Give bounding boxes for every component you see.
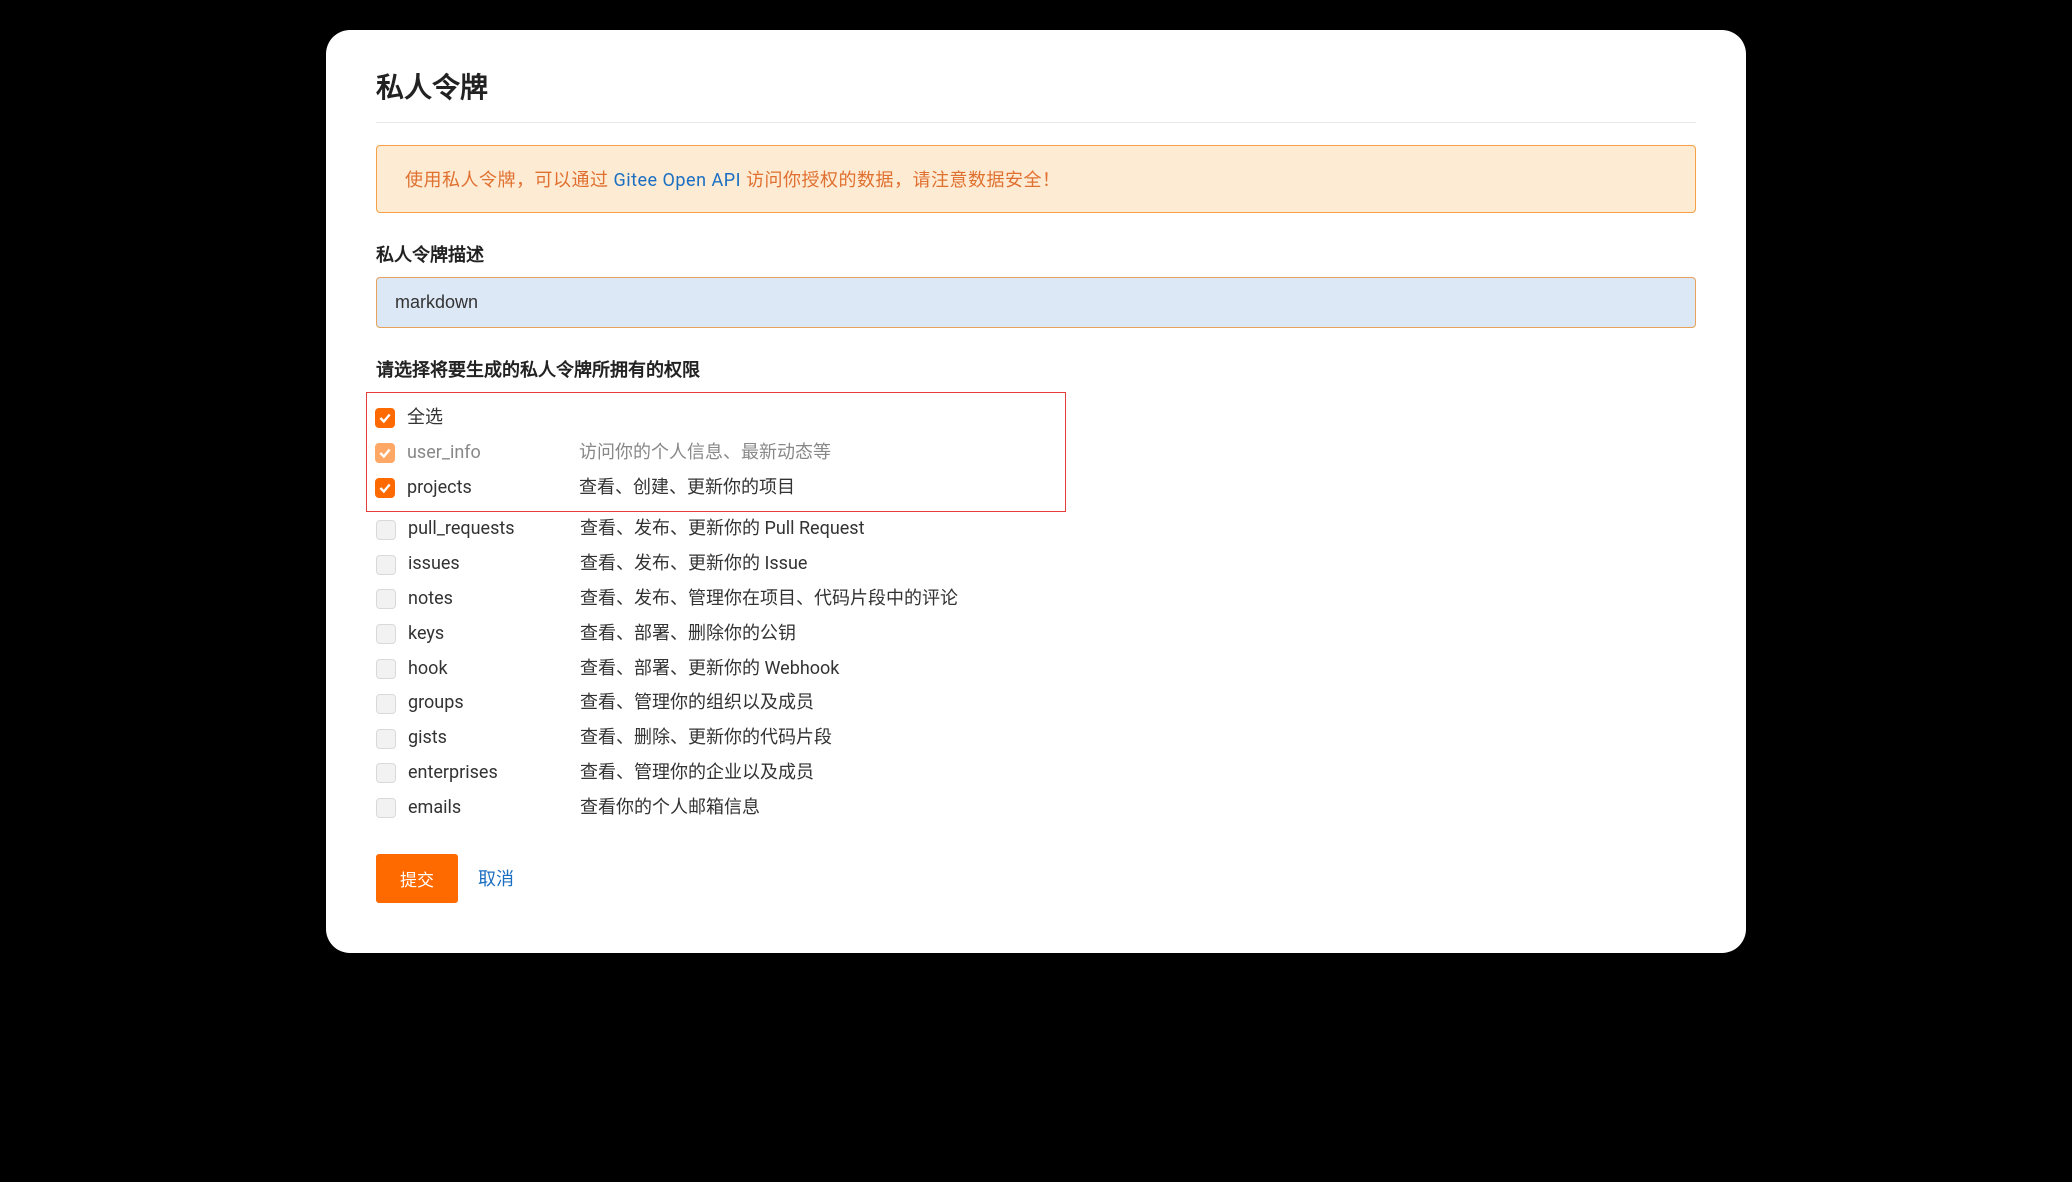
checkbox-enterprises[interactable] bbox=[376, 763, 396, 783]
perm-user-info-name: user_info bbox=[407, 439, 579, 468]
perm-row-groups: groups 查看、管理你的组织以及成员 bbox=[376, 686, 1696, 721]
perm-emails-desc: 查看你的个人邮箱信息 bbox=[580, 794, 760, 823]
page-title: 私人令牌 bbox=[376, 66, 1696, 123]
description-label: 私人令牌描述 bbox=[376, 241, 1696, 267]
perm-groups-desc: 查看、管理你的组织以及成员 bbox=[580, 689, 814, 718]
perm-issues-desc: 查看、发布、更新你的 Issue bbox=[580, 550, 807, 579]
checkbox-gists[interactable] bbox=[376, 729, 396, 749]
perm-hook-desc: 查看、部署、更新你的 Webhook bbox=[580, 655, 839, 684]
check-icon bbox=[378, 411, 392, 425]
security-notice: 使用私人令牌，可以通过 Gitee Open API 访问你授权的数据，请注意数… bbox=[376, 145, 1696, 213]
token-settings-card: 私人令牌 使用私人令牌，可以通过 Gitee Open API 访问你授权的数据… bbox=[326, 30, 1746, 953]
perm-enterprises-desc: 查看、管理你的企业以及成员 bbox=[580, 759, 814, 788]
permissions-label: 请选择将要生成的私人令牌所拥有的权限 bbox=[376, 356, 1696, 382]
checkbox-projects[interactable] bbox=[375, 478, 395, 498]
perm-projects-desc: 查看、创建、更新你的项目 bbox=[579, 474, 795, 503]
checkbox-pull-requests[interactable] bbox=[376, 520, 396, 540]
gitee-open-api-link[interactable]: Gitee Open API bbox=[613, 170, 741, 191]
perm-row-emails: emails 查看你的个人邮箱信息 bbox=[376, 791, 1696, 826]
perm-row-pull-requests: pull_requests 查看、发布、更新你的 Pull Request bbox=[376, 512, 1696, 547]
checkbox-select-all[interactable] bbox=[375, 408, 395, 428]
token-description-input[interactable] bbox=[376, 277, 1696, 328]
checkbox-issues[interactable] bbox=[376, 555, 396, 575]
perm-notes-desc: 查看、发布、管理你在项目、代码片段中的评论 bbox=[580, 585, 958, 614]
perm-row-enterprises: enterprises 查看、管理你的企业以及成员 bbox=[376, 756, 1696, 791]
checkbox-groups[interactable] bbox=[376, 694, 396, 714]
perm-row-hook: hook 查看、部署、更新你的 Webhook bbox=[376, 652, 1696, 687]
checkbox-user-info[interactable] bbox=[375, 443, 395, 463]
notice-text-post: 访问你授权的数据，请注意数据安全！ bbox=[741, 170, 1060, 191]
perm-projects-name: projects bbox=[407, 474, 579, 503]
perm-row-keys: keys 查看、部署、删除你的公钥 bbox=[376, 617, 1696, 652]
perm-pull-requests-desc: 查看、发布、更新你的 Pull Request bbox=[580, 515, 864, 544]
perm-issues-name: issues bbox=[408, 550, 580, 579]
perm-notes-name: notes bbox=[408, 585, 580, 614]
perm-gists-name: gists bbox=[408, 724, 580, 753]
checkbox-emails[interactable] bbox=[376, 798, 396, 818]
notice-text-pre: 使用私人令牌，可以通过 bbox=[405, 170, 613, 191]
checkbox-notes[interactable] bbox=[376, 589, 396, 609]
permissions-list: 全选 user_info 访问你的个人信息、最新动态等 projects 查看、… bbox=[376, 392, 1696, 826]
perm-emails-name: emails bbox=[408, 794, 580, 823]
perm-row-select-all: 全选 bbox=[375, 401, 1057, 436]
checkbox-keys[interactable] bbox=[376, 624, 396, 644]
perm-row-gists: gists 查看、删除、更新你的代码片段 bbox=[376, 721, 1696, 756]
form-actions: 提交 取消 bbox=[376, 854, 1696, 903]
check-icon bbox=[378, 446, 392, 460]
perm-gists-desc: 查看、删除、更新你的代码片段 bbox=[580, 724, 832, 753]
perm-hook-name: hook bbox=[408, 655, 580, 684]
perm-row-projects: projects 查看、创建、更新你的项目 bbox=[375, 471, 1057, 506]
check-icon bbox=[378, 481, 392, 495]
perm-keys-name: keys bbox=[408, 620, 580, 649]
highlighted-permissions: 全选 user_info 访问你的个人信息、最新动态等 projects 查看、… bbox=[366, 392, 1066, 512]
perm-row-issues: issues 查看、发布、更新你的 Issue bbox=[376, 547, 1696, 582]
perm-select-all-label: 全选 bbox=[407, 404, 579, 433]
perm-keys-desc: 查看、部署、删除你的公钥 bbox=[580, 620, 796, 649]
perm-enterprises-name: enterprises bbox=[408, 759, 580, 788]
perm-pull-requests-name: pull_requests bbox=[408, 515, 580, 544]
perm-row-user-info: user_info 访问你的个人信息、最新动态等 bbox=[375, 436, 1057, 471]
perm-user-info-desc: 访问你的个人信息、最新动态等 bbox=[579, 439, 831, 468]
cancel-button[interactable]: 取消 bbox=[478, 865, 514, 891]
perm-groups-name: groups bbox=[408, 689, 580, 718]
checkbox-hook[interactable] bbox=[376, 659, 396, 679]
submit-button[interactable]: 提交 bbox=[376, 854, 458, 903]
perm-row-notes: notes 查看、发布、管理你在项目、代码片段中的评论 bbox=[376, 582, 1696, 617]
